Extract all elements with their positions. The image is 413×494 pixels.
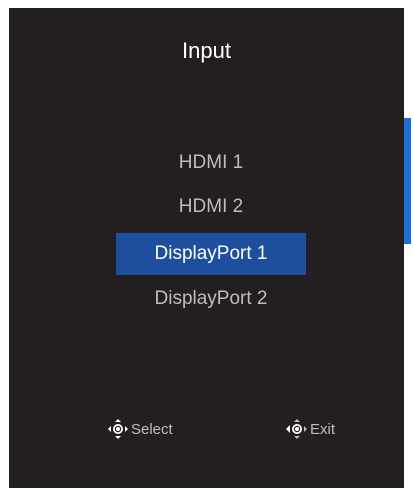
exit-label: Exit <box>310 420 336 438</box>
input-source-list: HDMI 1 HDMI 2 DisplayPort 1 DisplayPort … <box>9 8 404 488</box>
menu-item-hdmi-1[interactable]: HDMI 1 <box>116 142 306 184</box>
osd-menu-panel: Input HDMI 1 HDMI 2 DisplayPort 1 Displa… <box>9 8 411 488</box>
menu-item-displayport-1[interactable]: DisplayPort 1 <box>116 233 306 275</box>
menu-item-displayport-2[interactable]: DisplayPort 2 <box>116 278 306 320</box>
joystick-left-icon <box>286 419 307 439</box>
exit-hint: Exit <box>286 418 335 440</box>
scrollbar[interactable] <box>404 118 411 244</box>
select-label: Select <box>131 420 173 438</box>
select-hint: Select <box>107 418 173 440</box>
menu-item-hdmi-2[interactable]: HDMI 2 <box>116 186 306 228</box>
joystick-icon <box>108 419 128 439</box>
